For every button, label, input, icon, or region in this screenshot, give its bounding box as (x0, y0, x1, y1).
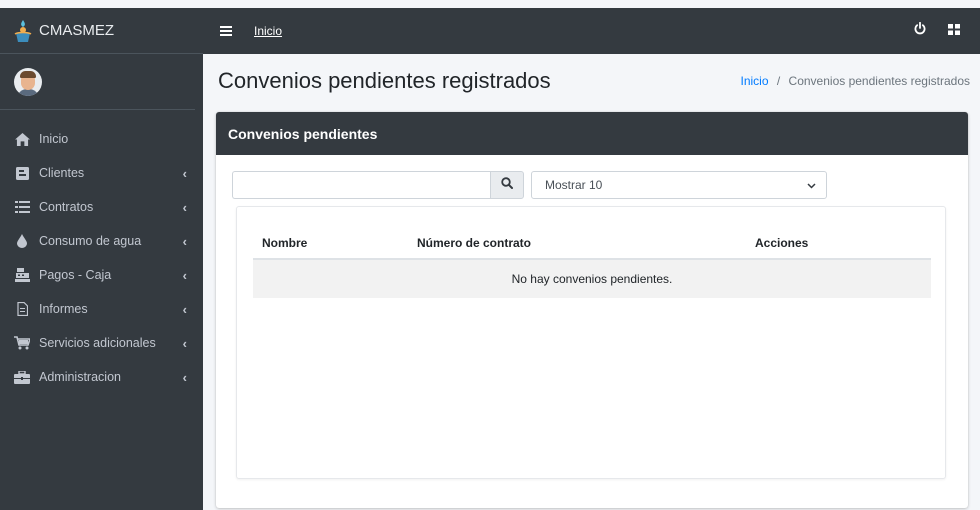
sidebar-item-servicios-adicionales[interactable]: Servicios adicionales ‹ (0, 326, 203, 360)
sidebar-item-label: Servicios adicionales (39, 336, 156, 350)
chevron-left-icon: ‹ (182, 165, 187, 181)
page-title: Convenios pendientes registrados (218, 68, 551, 93)
brand-name: CMASMEZ (39, 22, 114, 39)
cash-register-icon (14, 268, 30, 282)
grid-icon[interactable] (948, 22, 960, 40)
home-icon (14, 132, 30, 146)
breadcrumb: Inicio / Convenios pendientes registrado… (741, 74, 971, 88)
sidebar-item-label: Consumo de agua (39, 234, 142, 248)
brand-logo-icon (13, 19, 33, 43)
sidebar-item-administracion[interactable]: Administracion ‹ (0, 360, 203, 394)
water-drop-icon (14, 234, 30, 248)
search-icon (501, 176, 513, 194)
convenios-table: Nombre Número de contrato Acciones No ha… (253, 228, 931, 298)
chevron-left-icon: ‹ (182, 369, 187, 385)
sidebar-item-label: Pagos - Caja (39, 268, 112, 282)
sidebar-nav: Inicio Clientes ‹ Contratos ‹ Consumo de… (0, 110, 203, 394)
sidebar-item-label: Contratos (39, 200, 94, 214)
sidebar-item-clientes[interactable]: Clientes ‹ (0, 156, 203, 190)
page-size-select[interactable]: Mostrar 10 (531, 171, 827, 199)
chevron-left-icon: ‹ (182, 233, 187, 249)
menu-toggle-icon[interactable] (220, 26, 232, 36)
card-title: Convenios pendientes (228, 125, 378, 142)
column-header-numero-contrato[interactable]: Número de contrato (417, 236, 755, 250)
topbar-link-inicio[interactable]: Inicio (254, 24, 282, 38)
sidebar-item-inicio[interactable]: Inicio (0, 122, 203, 156)
card-header: Convenios pendientes (216, 112, 968, 155)
user-panel[interactable] (0, 54, 195, 110)
chevron-down-icon (807, 178, 816, 192)
content-header: Convenios pendientes registrados Inicio … (218, 68, 970, 94)
chevron-left-icon: ‹ (182, 199, 187, 215)
breadcrumb-home-link[interactable]: Inicio (741, 74, 769, 88)
breadcrumb-separator: / (776, 74, 781, 88)
power-icon[interactable] (914, 21, 926, 40)
sidebar-item-informes[interactable]: Informes ‹ (0, 292, 203, 326)
sidebar: CMASMEZ Inicio Clientes ‹ Contratos ‹ Co… (0, 8, 203, 510)
chevron-left-icon: ‹ (182, 335, 187, 351)
sidebar-item-label: Administracion (39, 370, 121, 384)
sidebar-item-pagos-caja[interactable]: Pagos - Caja ‹ (0, 258, 203, 292)
page-size-value: Mostrar 10 (545, 178, 603, 192)
chevron-left-icon: ‹ (182, 267, 187, 283)
convenios-card: Convenios pendientes Mostrar 10 Nombre N… (216, 112, 968, 508)
sidebar-item-contratos[interactable]: Contratos ‹ (0, 190, 203, 224)
search-input[interactable] (232, 171, 490, 199)
sidebar-item-label: Inicio (39, 132, 69, 146)
avatar[interactable] (14, 67, 42, 96)
sidebar-item-consumo-de-agua[interactable]: Consumo de agua ‹ (0, 224, 203, 258)
search-button[interactable] (490, 171, 524, 199)
brand[interactable]: CMASMEZ (0, 8, 203, 54)
sidebar-item-label: Clientes (39, 166, 85, 180)
cart-icon (14, 336, 30, 350)
top-navbar: Inicio (203, 8, 980, 54)
chevron-left-icon: ‹ (182, 301, 187, 317)
breadcrumb-current: Convenios pendientes registrados (788, 74, 970, 88)
column-header-acciones: Acciones (755, 236, 809, 250)
table-toolbar: Mostrar 10 (232, 171, 827, 199)
file-icon (14, 302, 30, 316)
sidebar-item-label: Informes (39, 302, 88, 316)
column-header-nombre[interactable]: Nombre (253, 236, 417, 250)
empty-table-message: No hay convenios pendientes. (253, 260, 931, 298)
toolbox-icon (14, 370, 30, 384)
id-card-icon (14, 166, 30, 180)
table-container: Nombre Número de contrato Acciones No ha… (236, 206, 946, 479)
list-icon (14, 200, 30, 214)
table-header-row: Nombre Número de contrato Acciones (253, 228, 931, 260)
